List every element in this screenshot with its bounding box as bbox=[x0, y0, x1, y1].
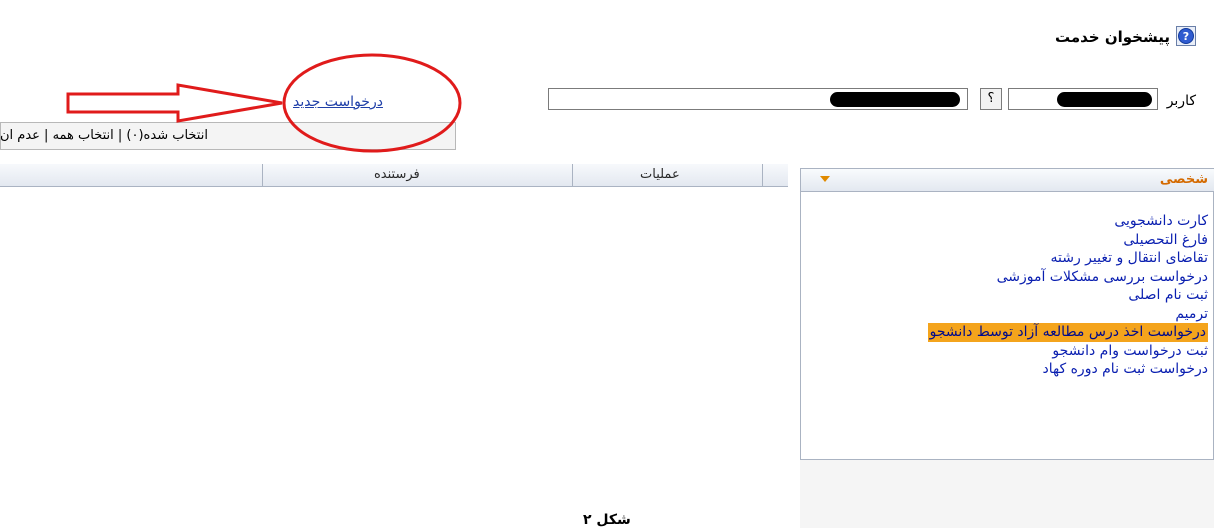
redacted-value bbox=[1057, 92, 1152, 107]
help-icon[interactable]: ? bbox=[1176, 26, 1196, 46]
sidebar-title: شخصی bbox=[1159, 172, 1208, 187]
menu-item-student-loan[interactable]: ثبت درخواست وام دانشجو bbox=[800, 342, 1214, 361]
menu-item-add-drop[interactable]: ترمیم bbox=[800, 305, 1214, 324]
menu-item-free-study[interactable]: درخواست اخذ درس مطالعه آزاد توسط دانشجو bbox=[800, 323, 1214, 342]
menu-item-graduation[interactable]: فارغ التحصیلی bbox=[800, 231, 1214, 250]
arrow-right-icon bbox=[66, 83, 283, 123]
menu-item-main-registration[interactable]: ثبت نام اصلی bbox=[800, 286, 1214, 305]
lookup-button[interactable]: ؟ bbox=[980, 88, 1002, 110]
column-divider bbox=[262, 164, 263, 186]
column-divider bbox=[572, 164, 573, 186]
figure-caption: شکل ۲ bbox=[583, 512, 631, 528]
menu-item-transfer[interactable]: تقاضای انتقال و تغییر رشته bbox=[800, 249, 1214, 268]
selection-toolbar-text[interactable]: انتخاب شده(۰) | انتخاب همه | عدم ان bbox=[0, 128, 208, 143]
column-divider bbox=[762, 164, 763, 186]
column-operations[interactable]: عملیات bbox=[640, 167, 680, 182]
column-sender[interactable]: فرستنده bbox=[374, 167, 420, 182]
sidebar-header[interactable] bbox=[801, 169, 1214, 192]
service-menu: کارت دانشجویی فارغ التحصیلی تقاضای انتقا… bbox=[800, 212, 1214, 379]
redacted-value bbox=[830, 92, 960, 107]
menu-item-student-card[interactable]: کارت دانشجویی bbox=[800, 212, 1214, 231]
user-label: کاربر bbox=[1166, 93, 1196, 109]
menu-item-educational-problems[interactable]: درخواست بررسی مشکلات آموزشی bbox=[800, 268, 1214, 287]
svg-text:?: ? bbox=[1183, 30, 1189, 43]
new-request-link[interactable]: درخواست جدید bbox=[293, 94, 383, 110]
page-title: پیشخوان خدمت bbox=[1054, 28, 1170, 46]
menu-item-minor-registration[interactable]: درخواست ثبت نام دوره کهاد bbox=[800, 360, 1214, 379]
chevron-down-icon[interactable] bbox=[820, 176, 830, 182]
